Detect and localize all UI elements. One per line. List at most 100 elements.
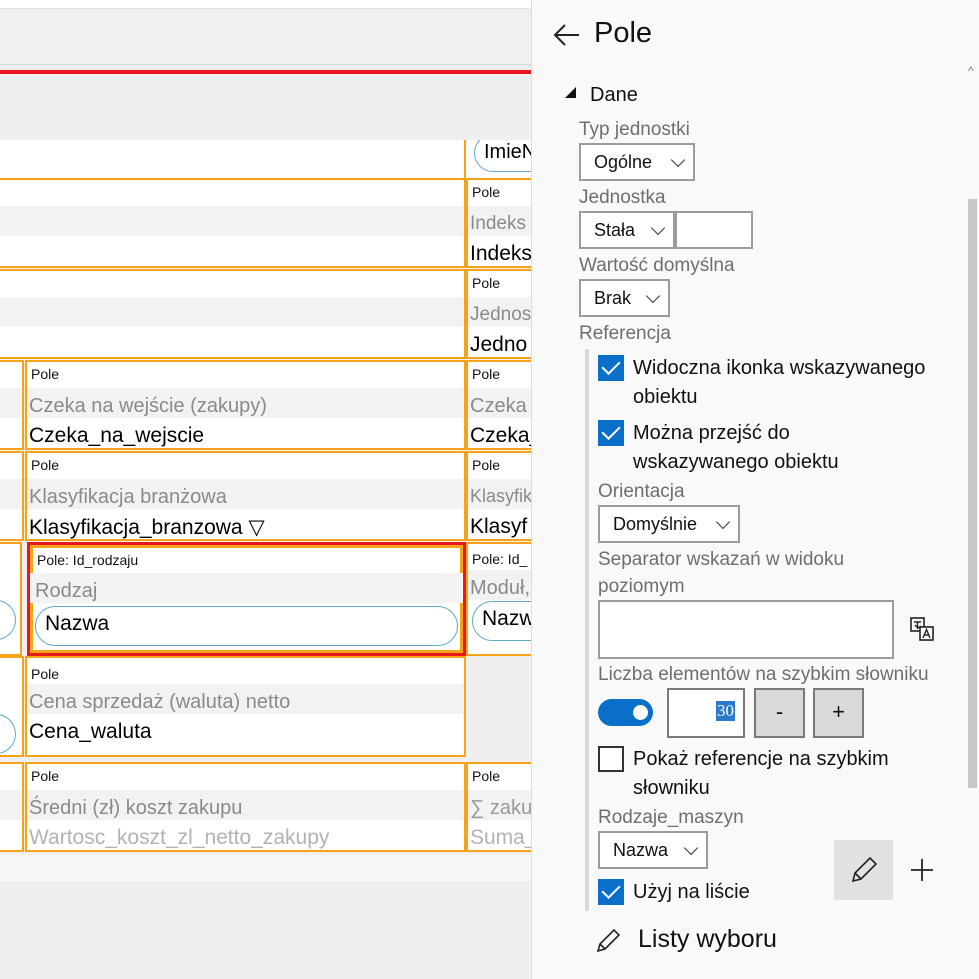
field-cell-cena[interactable]: Pole Cena sprzedaż (waluta) netto Cena_w…	[25, 656, 466, 757]
field-cell-czeka[interactable]: Pole Czeka na wejście (zakupy) Czeka_na_…	[25, 360, 466, 450]
scrollbar-thumb[interactable]	[968, 199, 977, 788]
canvas-bottom-band	[0, 855, 531, 881]
liczba-elementow-toggle[interactable]	[598, 699, 653, 726]
cell-field: Czeka_na_wejscie	[29, 424, 205, 447]
separator-label: Separator wskazań w widoku	[598, 549, 845, 570]
add-icon[interactable]	[908, 856, 936, 884]
scroll-up-icon[interactable]: ^	[968, 64, 974, 78]
orientacja-select[interactable]: Domyślnie	[598, 505, 740, 543]
referencja-label: Referencja	[579, 323, 671, 344]
orientacja-label: Orientacja	[598, 481, 685, 502]
field-cell-sredni-koszt[interactable]: Pole Średni (zł) koszt zakupu Wartosc_ko…	[25, 762, 466, 852]
liczba-elementow-value: 30	[716, 701, 735, 721]
edit-button[interactable]	[834, 840, 893, 900]
increment-button[interactable]: +	[813, 688, 864, 738]
cell-caption: Moduł,	[470, 577, 531, 599]
pencil-icon	[595, 926, 623, 954]
cell-label: Pole	[472, 184, 501, 200]
layout-cell[interactable]	[0, 451, 24, 541]
jednostka-select[interactable]: Stała	[579, 211, 675, 249]
chevron-down-icon	[670, 152, 686, 168]
panel-title: Pole	[594, 17, 653, 49]
mozna-przejsc-label-2: wskazywanego obiektu	[633, 451, 839, 473]
pokaz-referencje-checkbox[interactable]	[598, 746, 624, 772]
rodzaje-maszyn-select[interactable]: Nazwa	[598, 831, 708, 869]
typ-jednostki-select[interactable]: Ogólne	[579, 143, 695, 181]
cell-field: Klasyf	[470, 515, 528, 538]
cell-field: Suma_	[470, 826, 531, 849]
chevron-down-icon	[645, 288, 661, 304]
canvas-toolbar	[0, 8, 531, 65]
field-cell-czeka-2[interactable]: Pole Czeka Czeka_	[466, 360, 531, 450]
field-cell-klasyfikacja[interactable]: Pole Klasyfikacja branżowa Klasyfikacja_…	[25, 451, 466, 541]
widoczna-ikonka-checkbox[interactable]	[598, 355, 624, 381]
field-pill[interactable]	[0, 600, 16, 640]
liczba-elementow-input[interactable]: 30	[667, 688, 745, 738]
select-value: Nazwa	[613, 840, 669, 860]
select-value: Stała	[594, 220, 636, 240]
cell-caption: ∑ zaku	[470, 797, 531, 819]
field-cell-indeks[interactable]: Pole Indeks Indeks	[466, 178, 531, 268]
liczba-elementow-label: Liczba elementów na szybkim słowniku	[598, 664, 929, 685]
separator-input[interactable]	[598, 600, 894, 659]
pencil-icon	[851, 856, 878, 883]
selection-red-line	[0, 70, 531, 74]
translate-icon[interactable]	[909, 616, 935, 642]
cell-label: Pole	[31, 666, 60, 682]
jednostka-label: Jednostka	[579, 187, 666, 208]
cell-field: Klasyfikacja_branzowa ▽	[29, 516, 265, 539]
separator-label-2: poziomym	[598, 576, 685, 597]
wartosc-domyslna-select[interactable]: Brak	[579, 279, 670, 317]
widoczna-ikonka-label-2: obiektu	[633, 386, 698, 408]
layout-cell[interactable]	[0, 542, 22, 656]
field-cell-jednostka[interactable]: Pole Jednos Jedno	[466, 269, 531, 359]
select-value: Brak	[594, 288, 632, 308]
rodzaje-maszyn-label: Rodzaje_maszyn	[598, 807, 744, 828]
chevron-down-icon	[650, 220, 666, 236]
cell-caption: Czeka	[470, 395, 527, 417]
wartosc-domyslna-label: Wartość domyślna	[579, 255, 735, 276]
field-cell-modul[interactable]: Pole: Id_ Moduł, Nazw	[466, 542, 531, 656]
layout-cell[interactable]	[0, 140, 466, 180]
field-cell-suma[interactable]: Pole ∑ zaku Suma_	[466, 762, 531, 852]
decrement-button[interactable]: -	[754, 688, 805, 738]
cell-field: Jedno	[470, 333, 528, 356]
cell-caption: Rodzaj	[35, 580, 98, 602]
cell-label: Pole	[31, 457, 60, 473]
cell-caption: Klasyfikacja branżowa	[29, 486, 227, 508]
mozna-przejsc-checkbox[interactable]	[598, 420, 624, 446]
uzyj-na-liscie-checkbox[interactable]	[598, 879, 624, 905]
chevron-down-icon	[683, 840, 699, 856]
layout-cell[interactable]	[0, 178, 466, 268]
field-cell-rodzaj-selected[interactable]: Pole: Id_rodzaju Rodzaj Nazwa	[27, 542, 466, 656]
chevron-down-icon	[715, 514, 731, 530]
layout-cell[interactable]: ImieN	[464, 140, 531, 180]
field-pill[interactable]: Nazwa	[35, 606, 458, 646]
select-value: Domyślnie	[613, 514, 698, 534]
field-pill[interactable]: Nazw	[472, 601, 531, 641]
cell-label: Pole	[472, 768, 501, 784]
field-pill[interactable]: ImieN	[474, 140, 531, 172]
uzyj-na-liscie-label: Użyj na liście	[633, 881, 750, 903]
layout-cell[interactable]	[0, 269, 466, 359]
layout-cell[interactable]	[0, 656, 24, 757]
cell-caption: Klasyfik	[470, 486, 531, 506]
collapse-triangle-icon[interactable]	[563, 85, 577, 102]
layout-cell[interactable]	[0, 762, 24, 852]
cell-label: Pole	[31, 366, 60, 382]
pokaz-referencje-label: Pokaż referencje na szybkim	[633, 748, 889, 770]
select-value: Ogólne	[594, 152, 653, 172]
cell-label: Pole: Id_rodzaju	[37, 552, 139, 568]
field-cell-klasyfikacja-2[interactable]: Pole Klasyfik Klasyf	[466, 451, 531, 541]
section-title-dane[interactable]: Dane	[590, 84, 638, 107]
layout-cell[interactable]	[0, 360, 24, 450]
pokaz-referencje-label-2: słowniku	[633, 777, 710, 799]
jednostka-input[interactable]	[675, 211, 753, 249]
back-arrow-icon[interactable]	[552, 20, 582, 50]
cell-field: Wartosc_koszt_zl_netto_zakupy	[29, 826, 330, 849]
listy-wyboru-link[interactable]: Listy wyboru	[638, 925, 777, 954]
cell-field: Czeka_	[470, 424, 531, 447]
cell-label: Pole: Id_	[472, 551, 528, 567]
field-pill[interactable]	[0, 714, 16, 754]
cell-caption: Średni (zł) koszt zakupu	[29, 797, 243, 819]
